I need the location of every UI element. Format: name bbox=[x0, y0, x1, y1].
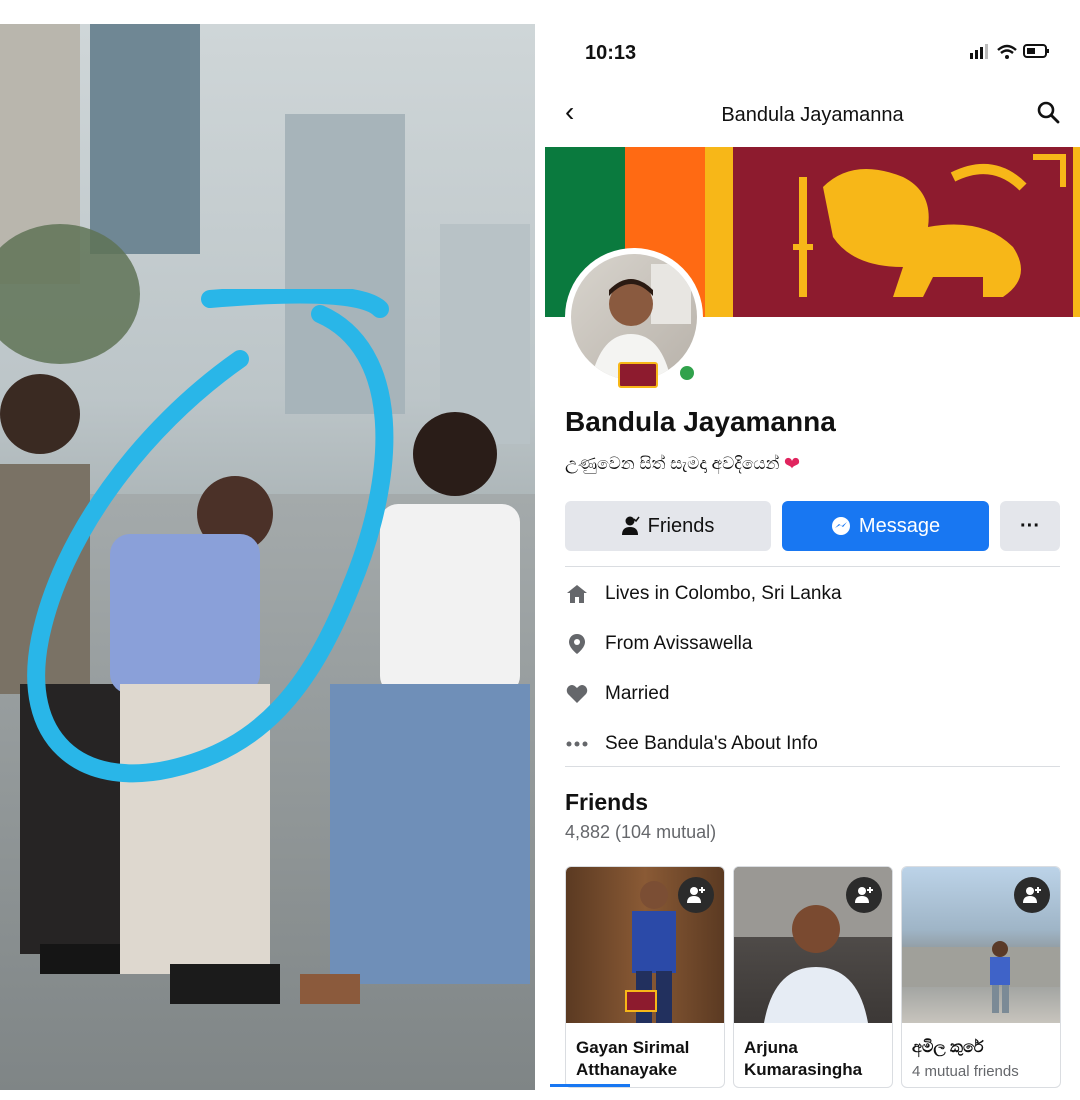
scroll-indicator bbox=[550, 1084, 630, 1087]
friend-card[interactable]: අමිල කුරේ 4 mutual friends bbox=[901, 866, 1061, 1088]
add-friend-icon[interactable] bbox=[846, 877, 882, 913]
search-icon[interactable] bbox=[1036, 100, 1060, 124]
flag-maroon-field bbox=[733, 147, 1073, 317]
friends-button-label: Friends bbox=[647, 514, 715, 537]
heart-icon bbox=[565, 682, 589, 706]
messenger-icon bbox=[831, 517, 850, 535]
friend-card[interactable]: Arjuna Kumarasingha bbox=[733, 866, 893, 1088]
friends-button[interactable]: Friends bbox=[565, 501, 771, 551]
info-label: Married bbox=[605, 683, 670, 704]
building bbox=[90, 24, 200, 254]
profile-name: Bandula Jayamanna bbox=[565, 406, 836, 437]
signal-wifi-battery-icon bbox=[970, 44, 1049, 59]
flag-frame-badge bbox=[618, 362, 658, 388]
info-label: See Bandula's About Info bbox=[605, 733, 818, 754]
friend-mutual: 4 mutual friends bbox=[912, 1063, 1019, 1080]
top-nav: ‹ Bandula Jayamanna bbox=[545, 96, 1080, 136]
add-friend-icon[interactable] bbox=[678, 877, 714, 913]
protest-photo bbox=[0, 24, 535, 1090]
online-status-dot bbox=[677, 363, 697, 383]
info-row-lives: Lives in Colombo, Sri Lanka bbox=[565, 579, 842, 609]
divider bbox=[565, 766, 1060, 767]
friends-section-title: Friends bbox=[565, 789, 649, 815]
friend-name: Arjuna Kumarasingha bbox=[744, 1038, 863, 1079]
message-button[interactable]: Message bbox=[782, 501, 989, 551]
info-row-from: From Avissawella bbox=[565, 629, 752, 659]
friend-name: අමිල කුරේ bbox=[912, 1039, 984, 1056]
profile-bio: උණුවෙන සිත් සැමදා අවදියෙන් ❤ bbox=[565, 454, 800, 474]
add-friend-icon[interactable] bbox=[1014, 877, 1050, 913]
more-dots-icon: ··· bbox=[1020, 514, 1040, 537]
bio-heart-emoji: ❤ bbox=[784, 454, 800, 473]
page-title: Bandula Jayamanna bbox=[721, 104, 904, 126]
bio-text: උණුවෙන සිත් සැමදා අවදියෙන් bbox=[565, 454, 780, 473]
friend-name: Gayan Sirimal Atthanayake bbox=[576, 1038, 690, 1079]
info-row-relationship: Married bbox=[565, 679, 669, 709]
flag-gold-border bbox=[705, 147, 733, 317]
friend-check-icon bbox=[621, 516, 640, 535]
info-row-about[interactable]: See Bandula's About Info bbox=[565, 729, 818, 759]
status-time: 10:13 bbox=[585, 42, 637, 64]
highlight-circle bbox=[27, 289, 394, 783]
lion-emblem-icon bbox=[793, 154, 1066, 297]
phone-screen: 10:13 ‹ Bandula Jayamanna Bandula Jayama… bbox=[545, 24, 1080, 1090]
home-icon bbox=[565, 582, 589, 606]
friends-count: 4,882 (104 mutual) bbox=[565, 822, 717, 842]
info-label: Lives in Colombo, Sri Lanka bbox=[605, 583, 842, 604]
info-label: From Avissawella bbox=[605, 633, 753, 654]
divider bbox=[565, 566, 1060, 567]
status-bar: 10:13 bbox=[545, 24, 1080, 84]
status-icons bbox=[970, 42, 1050, 65]
flag-gold-border bbox=[1073, 147, 1080, 317]
friend-card[interactable]: Gayan Sirimal Atthanayake bbox=[565, 866, 725, 1088]
message-button-label: Message bbox=[858, 514, 941, 537]
location-pin-icon bbox=[565, 632, 589, 656]
more-dots-icon bbox=[565, 732, 589, 756]
more-options-button[interactable]: ··· bbox=[1000, 501, 1060, 551]
